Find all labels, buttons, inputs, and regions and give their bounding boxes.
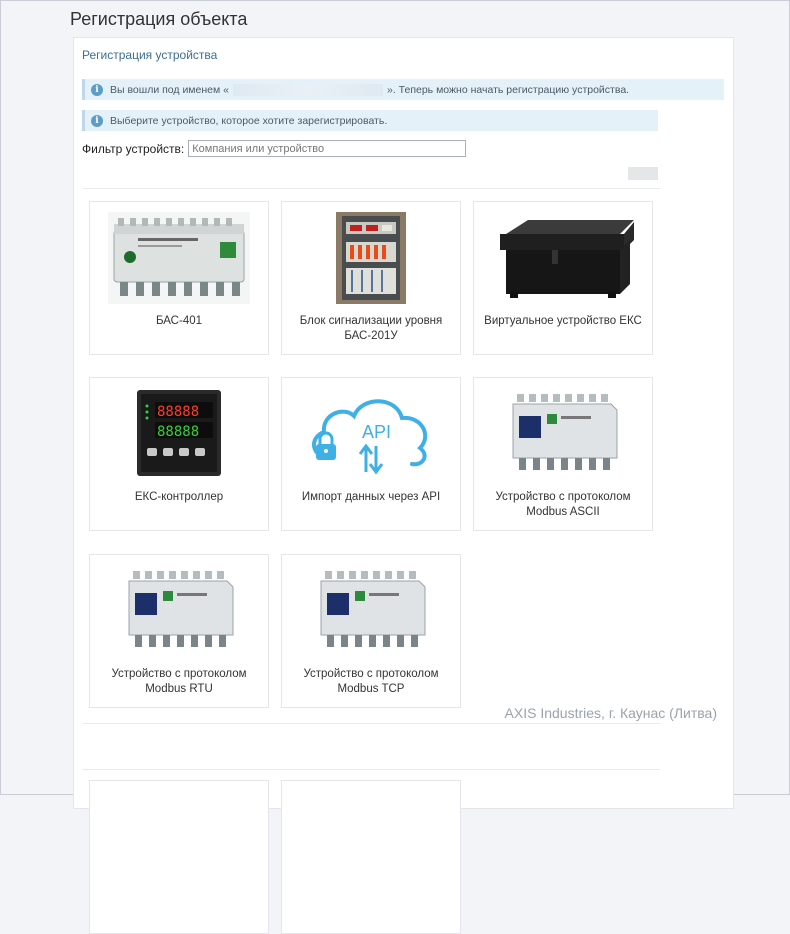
divider [82,188,660,189]
device-card-modbus-rtu[interactable]: Устройство с протоколом Modbus RTU [89,554,269,708]
modbus-device-image [512,394,618,470]
filter-clear-button[interactable] [628,167,658,180]
info-icon: i [91,114,103,127]
device-card-api-import[interactable]: API Импорт данных через API [281,377,461,531]
cabinet-device-image [336,212,406,304]
api-cloud-image: API [312,399,428,475]
device-label: Устройство с протоколом Modbus RTU [111,668,247,695]
device-card-bas201u[interactable]: Блок сигнализации уровня БАС-201У [281,201,461,355]
svg-text:88888: 88888 [157,404,199,420]
device-label: БАС-401 [155,315,203,327]
device-label: ЕКС-контроллер [134,491,224,503]
device-card-modbus-ascii[interactable]: Устройство с протоколом Modbus ASCII [473,377,653,531]
device-card-virtual-eks[interactable]: Виртуальное устройство ЕКС [473,201,653,355]
box-device-image [500,220,634,298]
controller-device-image: 88888 88888 [137,390,221,476]
login-info-alert: i Вы вошли под именем « ». Теперь можно … [82,79,724,100]
device-label: Устройство с протоколом Modbus TCP [303,668,439,695]
device-label: Устройство с протоколом Modbus ASCII [495,491,631,518]
page-title: Регистрация объекта [70,9,248,29]
divider [82,769,660,770]
login-info-prefix: Вы вошли под именем « [110,83,229,96]
modbus-device-image [128,571,234,647]
device-card-modbus-tcp[interactable]: Устройство с протоколом Modbus TCP [281,554,461,708]
device-filter-input[interactable] [188,140,467,157]
bas401-device-image [108,212,250,304]
choose-device-text: Выберите устройство, которое хотите заре… [110,114,388,127]
info-icon: i [91,83,103,96]
device-card-eks-controller[interactable]: 88888 88888 ЕКС-контроллер [89,377,269,531]
modbus-device-image [320,571,426,647]
filter-row: Фильтр устройств: [82,140,467,157]
svg-text:API: API [362,422,391,442]
device-card-partial[interactable] [281,780,461,934]
device-label: Импорт данных через API [301,491,441,503]
panel-header: Регистрация устройства [82,48,218,62]
masked-username [232,83,383,96]
company-heading: AXIS Industries, г. Каунас (Литва) [504,705,717,721]
filter-label: Фильтр устройств: [82,141,185,156]
device-card-bas401[interactable]: БАС-401 [89,201,269,355]
login-info-suffix: ». Теперь можно начать регистрацию устро… [386,83,630,96]
device-card-partial[interactable] [89,780,269,934]
device-label: Виртуальное устройство ЕКС [484,315,642,327]
choose-device-alert: i Выберите устройство, которое хотите за… [82,110,658,131]
divider [82,723,660,724]
svg-text:88888: 88888 [157,424,199,440]
device-label: Блок сигнализации уровня БАС-201У [299,315,443,342]
registration-panel: Регистрация устройства i Вы вошли под им… [73,37,734,934]
